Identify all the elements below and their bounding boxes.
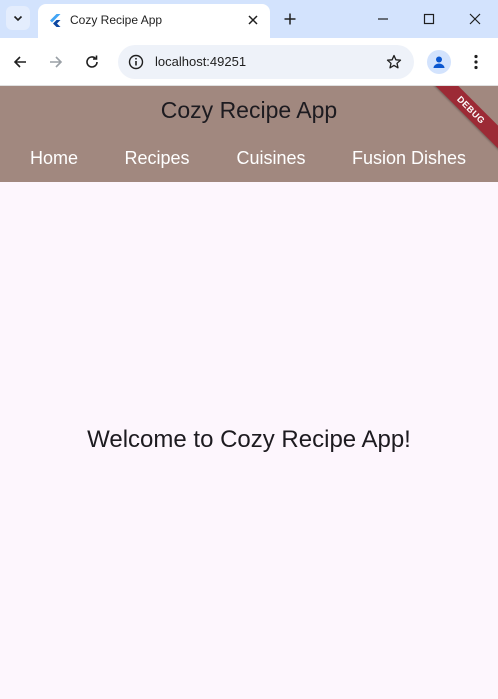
browser-menu-button[interactable] (466, 50, 486, 74)
page-body: Welcome to Cozy Recipe App! (0, 182, 498, 699)
site-info-button[interactable] (126, 52, 146, 72)
nav-home[interactable]: Home (30, 148, 78, 169)
window-close-button[interactable] (465, 9, 485, 29)
tab-search-button[interactable] (6, 6, 30, 30)
nav-recipes[interactable]: Recipes (124, 148, 189, 169)
minimize-icon (378, 18, 388, 20)
bookmark-button[interactable] (384, 52, 404, 72)
arrow-right-icon (50, 56, 63, 68)
reload-button[interactable] (80, 50, 104, 74)
chevron-down-icon (13, 15, 23, 22)
close-icon (248, 15, 258, 25)
url-text[interactable]: localhost:49251 (155, 54, 246, 69)
minimize-button[interactable] (373, 9, 393, 29)
more-vert-icon (474, 54, 478, 70)
maximize-button[interactable] (419, 9, 439, 29)
maximize-icon (423, 13, 435, 25)
reload-icon (86, 55, 98, 68)
nav-fusion-dishes[interactable]: Fusion Dishes (352, 148, 466, 169)
browser-tab-strip: Cozy Recipe App (0, 0, 498, 38)
new-tab-button[interactable] (280, 9, 300, 29)
tab-close-button[interactable] (244, 11, 262, 29)
star-icon (386, 54, 402, 69)
app-bar: Cozy Recipe App Home Recipes Cuisines Fu… (0, 86, 498, 182)
arrow-left-icon (13, 56, 26, 68)
close-icon (469, 13, 481, 25)
flutter-icon (50, 14, 61, 27)
welcome-heading: Welcome to Cozy Recipe App! (87, 426, 411, 453)
nav-cuisines[interactable]: Cuisines (236, 148, 305, 169)
info-icon (128, 54, 144, 70)
browser-tab[interactable]: Cozy Recipe App (38, 4, 270, 38)
tab-title: Cozy Recipe App (70, 13, 163, 27)
plus-icon (284, 13, 296, 25)
app-title: Cozy Recipe App (160, 97, 338, 123)
profile-button[interactable] (427, 50, 451, 74)
back-button[interactable] (8, 50, 32, 74)
address-bar[interactable]: localhost:49251 (118, 45, 414, 79)
forward-button[interactable] (44, 50, 68, 74)
person-icon (433, 56, 445, 68)
browser-toolbar: localhost:49251 (0, 38, 498, 86)
